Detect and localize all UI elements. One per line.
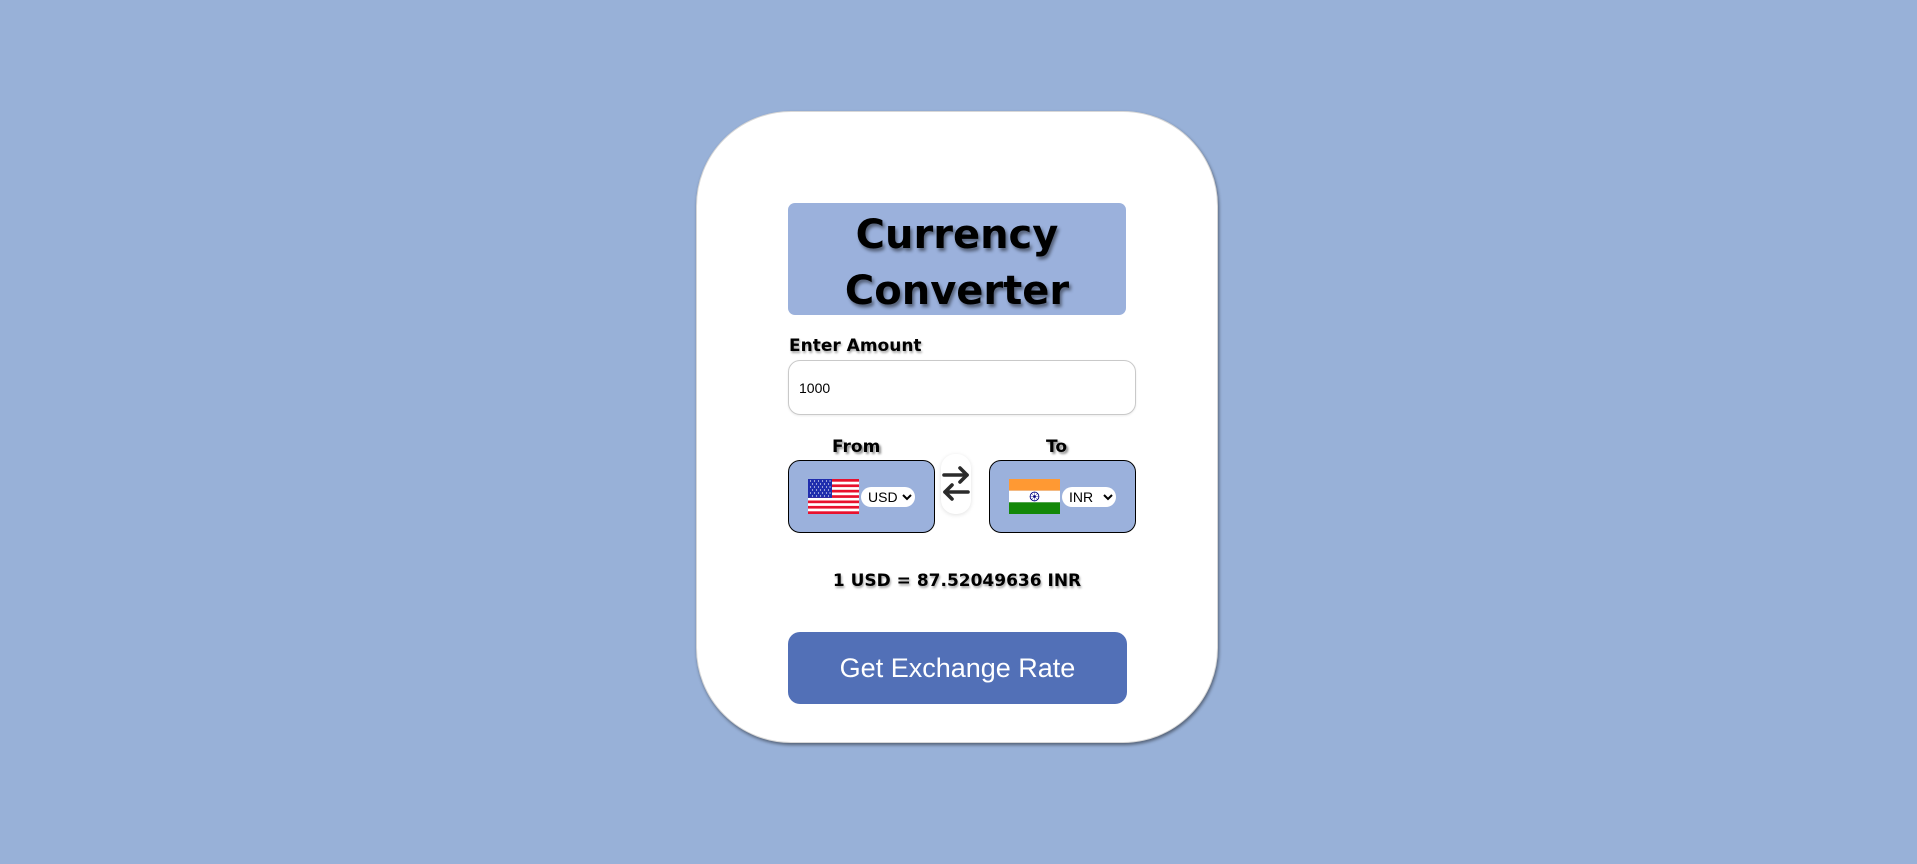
page-title: Currency Converter [788,203,1126,319]
from-label: From [832,437,881,457]
title-line-2: Converter [844,268,1070,314]
amount-label: Enter Amount [789,336,922,356]
title-line-1: Currency [855,212,1059,258]
swap-button[interactable] [941,454,971,514]
amount-input[interactable] [788,360,1136,415]
from-currency-select[interactable]: USD [861,487,915,507]
india-flag-icon [1009,479,1060,514]
swap-arrows-icon [942,466,970,501]
from-currency-container: USD [788,460,935,533]
title-banner: Currency Converter [788,203,1126,315]
converter-card: Currency Converter Enter Amount From To [696,111,1218,743]
to-label: To [1046,437,1068,457]
exchange-rate-message: 1 USD = 87.52049636 INR [832,571,1082,591]
to-currency-select[interactable]: INR [1062,487,1116,507]
us-flag-icon [808,479,859,514]
get-exchange-rate-button[interactable]: Get Exchange Rate [788,632,1127,704]
to-currency-container: INR [989,460,1136,533]
